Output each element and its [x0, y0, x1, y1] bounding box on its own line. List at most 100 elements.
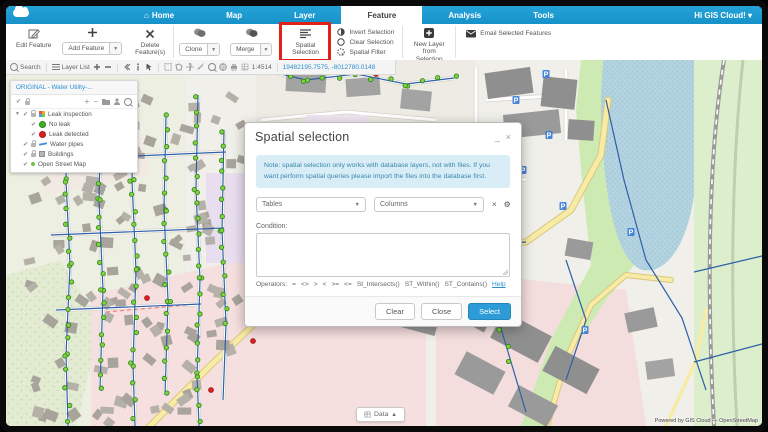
layer-visibility-check[interactable]: ✔ [31, 121, 36, 128]
operator[interactable]: St_Intersects() [357, 281, 400, 288]
merge-button[interactable]: Merge [231, 44, 259, 55]
data-panel-toggle[interactable]: Data ▲ [356, 407, 405, 422]
layer-visibility-check[interactable]: ✔ [23, 161, 28, 168]
box-select-tool[interactable] [164, 63, 172, 71]
search-tool[interactable]: Search [10, 63, 41, 71]
operator[interactable]: ST_Contains() [445, 281, 488, 288]
leak-inspection-marker [435, 75, 439, 79]
layer-row-leak-detected[interactable]: ✔ Leak detected [11, 129, 137, 139]
pointer-tool[interactable] [145, 63, 153, 71]
leak-inspection-marker [196, 216, 200, 220]
pan-tool[interactable] [186, 63, 194, 71]
nav-item-home[interactable]: ⌂Home [118, 6, 200, 24]
leak-inspection-marker [167, 270, 171, 274]
layer-list-toggle[interactable]: Layer List [52, 63, 90, 71]
spatial-selection-button[interactable]: Spatial Selection [281, 24, 329, 60]
layer-row-buildings[interactable]: ✔ Buildings [11, 149, 137, 159]
nav-item-tools[interactable]: Tools [507, 6, 580, 24]
operator[interactable]: = [292, 281, 296, 288]
remove-layer-icon[interactable]: − [93, 97, 98, 106]
measure-tool[interactable] [197, 63, 205, 71]
map-scale[interactable]: 1:4514 [252, 64, 272, 71]
svg-text:P: P [629, 230, 634, 237]
invert-selection-button[interactable]: Invert Selection [337, 28, 394, 36]
select-button[interactable]: Select [468, 303, 511, 320]
layer-search-icon[interactable] [124, 98, 132, 106]
spatial-filter-button[interactable]: Spatial Filter [337, 48, 394, 56]
condition-textarea[interactable] [256, 233, 510, 277]
add-feature-button[interactable]: Add Feature [63, 43, 109, 54]
layer-visibility-check[interactable]: ✔ [31, 131, 36, 138]
zoom-in-tool[interactable] [93, 63, 101, 71]
email-selected-features-button[interactable]: Email Selected Features [456, 24, 551, 60]
nav-item-layer[interactable]: Layer [268, 6, 341, 24]
map-toolbar: Search Layer List 1:4514 19482195.7575, … [6, 60, 396, 75]
selection-tools-group: Invert Selection Clear Selection Spatial… [329, 24, 402, 60]
leak-inspection-marker [320, 76, 324, 80]
layer-row-open-street-map[interactable]: ✔ Open Street Map [11, 159, 137, 172]
clear-button[interactable]: Clear [375, 303, 415, 320]
leak-inspection-marker [221, 186, 225, 190]
clear-selection-button[interactable]: Clear Selection [337, 38, 394, 46]
operator[interactable]: <> [301, 281, 309, 288]
layer-row-no-leak[interactable]: ✔ No leak [11, 119, 137, 129]
user-menu[interactable]: Hi GIS Cloud! ▾ [694, 6, 762, 24]
leak-inspection-marker [66, 323, 70, 327]
info-tool[interactable] [134, 63, 142, 71]
globe-tool[interactable] [219, 63, 227, 71]
add-feature-dropdown[interactable]: ▼ [109, 43, 121, 54]
dialog-titlebar[interactable]: Spatial selection _ × [245, 123, 521, 149]
operator[interactable]: >= [331, 281, 339, 288]
nav-item-feature[interactable]: Feature [341, 6, 422, 24]
close-button[interactable]: Close [421, 303, 462, 320]
layer-row-leak-inspection[interactable]: ▼ ✔ Leak inspection [11, 109, 137, 119]
nav-item-map[interactable]: Map [200, 6, 268, 24]
help-link[interactable]: Help [492, 281, 506, 288]
columns-select[interactable]: Columns▼ [374, 197, 484, 212]
leak-inspection-marker [198, 419, 202, 423]
add-layer-icon[interactable]: + [85, 97, 90, 106]
minimize-icon[interactable]: _ [495, 133, 500, 141]
nav-item-analysis[interactable]: Analysis [422, 6, 507, 24]
layer-visibility-check[interactable]: ✔ [23, 151, 28, 158]
edit-feature-button[interactable]: Edit Feature [10, 24, 57, 60]
clone-dropdown[interactable]: ▼ [207, 44, 219, 55]
user-icon[interactable] [114, 98, 120, 105]
lock-icon[interactable] [25, 101, 30, 105]
leak-detected-marker [251, 339, 256, 344]
leak-inspection-marker [97, 260, 101, 264]
svg-text:P: P [547, 133, 552, 140]
delete-feature-button[interactable]: Delete Feature(s) [127, 24, 173, 60]
export-tool[interactable] [241, 63, 249, 71]
new-layer-from-selection-button[interactable]: New Layer from Selection [403, 24, 455, 60]
merge-dropdown[interactable]: ▼ [260, 44, 272, 55]
operator[interactable]: ST_Within() [405, 281, 440, 288]
zoom-out-tool[interactable] [104, 63, 112, 71]
layer-visibility-check[interactable]: ✔ [23, 111, 28, 118]
previous-extent-tool[interactable] [123, 63, 131, 71]
chevron-down-icon: ▼ [473, 202, 478, 208]
map-name-header[interactable]: ORIGINAL - Water Utility-... [11, 81, 137, 95]
polygon-select-tool[interactable] [175, 63, 183, 71]
map-canvas[interactable]: PPPPPPP Search Layer List 1:4514 1948219… [6, 60, 762, 426]
operator[interactable]: < [323, 281, 327, 288]
zoom-to-selection-tool[interactable] [208, 63, 216, 71]
remove-row-icon[interactable]: × [492, 200, 497, 209]
folder-icon[interactable] [102, 98, 110, 105]
clone-button[interactable]: Clone [180, 44, 207, 55]
print-tool[interactable] [230, 63, 238, 71]
grid-icon [241, 63, 249, 71]
layer-row-water-pipes[interactable]: ✔ Water pipes [11, 139, 137, 149]
gear-icon[interactable]: ⚙ [504, 200, 511, 209]
collapse-up-icon: ▲ [391, 412, 396, 418]
close-icon[interactable]: × [506, 133, 511, 141]
check-all-icon[interactable]: ✔ [16, 98, 21, 105]
layer-list-panel: ORIGINAL - Water Utility-... ✔ + − ▼ ✔ L… [10, 80, 138, 173]
operator[interactable]: <= [344, 281, 352, 288]
expand-caret-icon[interactable]: ▼ [15, 111, 20, 117]
layer-visibility-check[interactable]: ✔ [23, 141, 28, 148]
leak-inspection-marker [195, 174, 199, 178]
operator[interactable]: > [314, 281, 318, 288]
tables-select[interactable]: Tables▼ [256, 197, 366, 212]
gis-cloud-logo[interactable] [6, 6, 40, 24]
